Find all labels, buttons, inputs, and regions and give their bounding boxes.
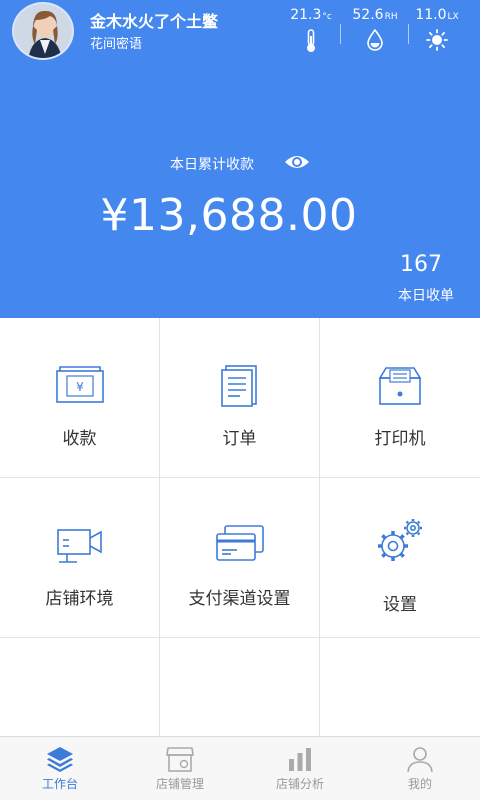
light-value: 11.0 [415, 7, 447, 23]
order-count: 167 [400, 252, 442, 277]
sensor-light: 11.0LX [412, 7, 462, 51]
eye-icon[interactable] [284, 153, 310, 171]
total-received-label: 本日累计收款 [170, 157, 254, 173]
sensor-humidity: 52.6RH [347, 7, 403, 51]
humidity-drop-icon [367, 29, 383, 51]
user-name: 金木水火了个土鳖 [90, 12, 219, 31]
settings-gear-icon [378, 519, 422, 561]
tab-label: 我的 [407, 777, 432, 791]
tab-store-management[interactable]: 店铺管理 [120, 737, 240, 800]
order-icon [220, 365, 257, 407]
grid-item-label: 打印机 [374, 429, 426, 449]
light-unit: LX [447, 12, 459, 22]
receive-payment-icon: ¥ [55, 366, 104, 403]
tab-label: 工作台 [41, 777, 78, 791]
grid-item-store-environment[interactable]: 店铺环境 [0, 478, 160, 638]
grid-item-printer[interactable]: 打印机 [320, 318, 480, 478]
layers-icon [47, 747, 73, 772]
temperature-unit: °c [322, 12, 332, 22]
tab-label: 店铺分析 [275, 777, 324, 791]
grid-item-label: 收款 [62, 429, 97, 449]
grid-item-label: 订单 [222, 429, 257, 449]
grid-empty-cell [160, 638, 320, 736]
total-amount: ¥13,688.00 [100, 190, 358, 241]
avatar[interactable] [12, 2, 74, 60]
bottom-tab-bar: 工作台 店铺管理 店铺分析 我的 [0, 736, 480, 800]
sensor-temperature: 21.3°c [286, 7, 336, 53]
svg-text:¥: ¥ [76, 380, 84, 394]
grid-item-settings[interactable]: 设置 [320, 478, 480, 638]
function-grid: ¥ 收款 订单 打印机 店铺环境 支付渠道设置 设置 [0, 318, 480, 736]
tab-profile[interactable]: 我的 [360, 737, 480, 800]
payment-card-icon [215, 525, 264, 561]
order-count-label: 本日收单 [398, 288, 454, 304]
grid-item-payment-channel[interactable]: 支付渠道设置 [160, 478, 320, 638]
humidity-value: 52.6 [352, 7, 384, 23]
sun-icon [426, 29, 448, 51]
grid-item-label: 店铺环境 [45, 589, 114, 609]
profile-icon [407, 747, 433, 773]
grid-item-label: 设置 [383, 595, 417, 615]
store-icon [166, 747, 194, 772]
tab-store-analytics[interactable]: 店铺分析 [240, 737, 360, 800]
sensor-divider [408, 24, 409, 44]
camera-icon [56, 529, 102, 563]
humidity-unit: RH [384, 12, 398, 22]
grid-item-receive[interactable]: ¥ 收款 [0, 318, 160, 478]
analytics-icon [289, 748, 311, 771]
tab-label: 店铺管理 [155, 777, 204, 791]
temperature-value: 21.3 [290, 7, 322, 23]
header-panel: 金木水火了个土鳖 花间密语 21.3°c 52.6RH 11.0LX 本日累计收… [0, 0, 480, 318]
printer-icon [378, 367, 422, 405]
sensor-divider [340, 24, 341, 44]
grid-empty-cell [320, 638, 480, 736]
grid-item-label: 支付渠道设置 [188, 589, 291, 609]
user-subtitle: 花间密语 [90, 37, 143, 52]
grid-empty-cell [0, 638, 160, 736]
grid-item-orders[interactable]: 订单 [160, 318, 320, 478]
tab-workbench[interactable]: 工作台 [0, 737, 120, 800]
thermometer-icon [307, 29, 315, 52]
